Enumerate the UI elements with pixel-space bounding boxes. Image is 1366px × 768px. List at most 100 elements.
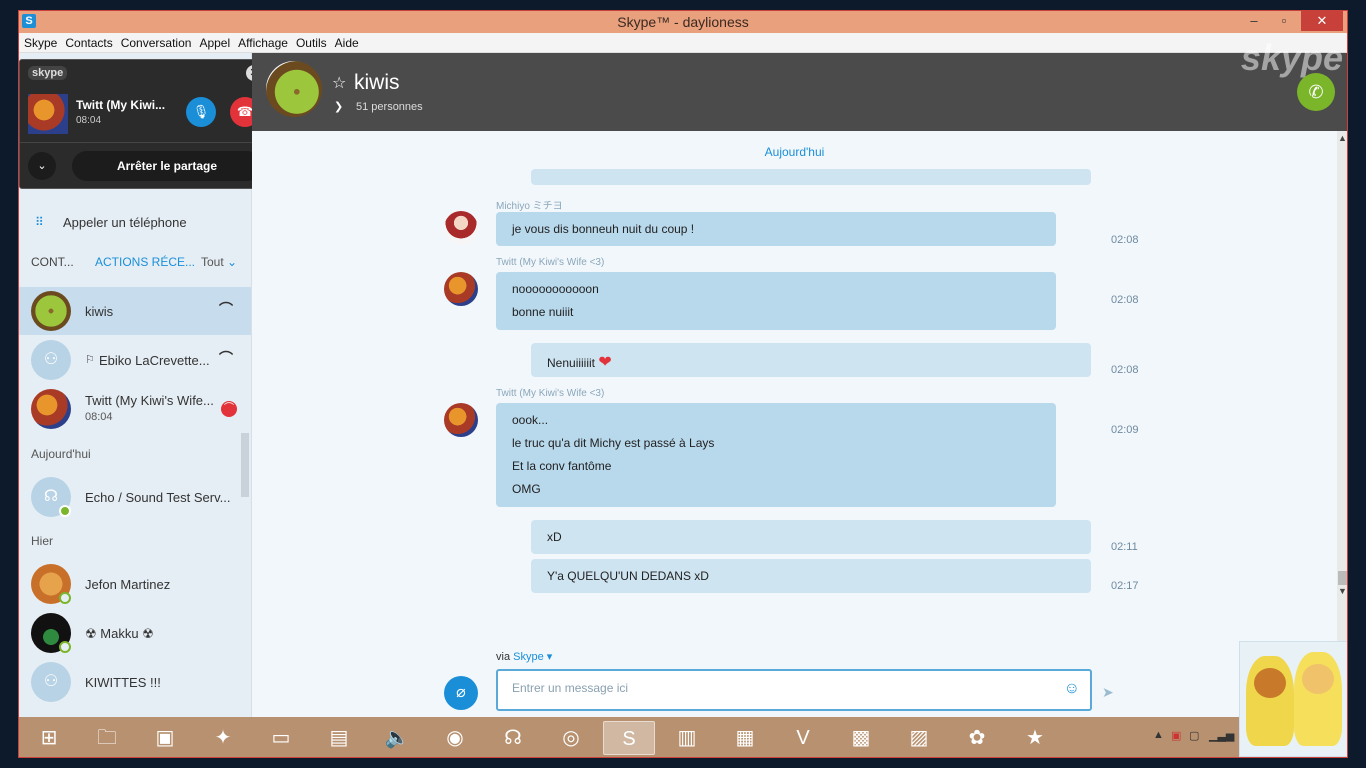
- message-bubble: je vous dis bonneuh nuit du coup !: [496, 212, 1056, 246]
- signal-icon[interactable]: ▁▃▅: [1209, 729, 1234, 742]
- call-ended-icon: ⌒: [219, 301, 233, 317]
- divider: [20, 142, 270, 143]
- maximize-button[interactable]: ▫: [1269, 11, 1299, 31]
- yesterday-item-kiwittes[interactable]: ⚇ KIWITTES !!!: [19, 658, 251, 706]
- message-text: oook...: [512, 413, 549, 427]
- archive-icon[interactable]: ▥: [661, 721, 713, 755]
- tray-device-icon[interactable]: ▢: [1189, 729, 1199, 742]
- message-text: bonne nuiiit: [512, 305, 574, 319]
- menu-affichage[interactable]: Affichage: [234, 33, 292, 50]
- tray-expand-icon[interactable]: ▲: [1153, 729, 1164, 741]
- message-text: OMG: [512, 482, 541, 496]
- message-bubble-partial: [531, 169, 1091, 185]
- message-bubble: xD: [531, 520, 1091, 554]
- stop-sharing-button[interactable]: Arrêter le partage: [72, 151, 262, 181]
- message-input[interactable]: Entrer un message ici ☺: [496, 669, 1092, 711]
- avatar: [31, 291, 71, 331]
- skype-logo: skype: [28, 66, 68, 80]
- attachment-icon[interactable]: ⌀: [444, 676, 478, 710]
- active-call-icon[interactable]: ⌒: [221, 401, 237, 417]
- message-time: 02:08: [1111, 364, 1139, 376]
- skype-taskbar-icon[interactable]: S: [603, 721, 655, 755]
- file-explorer-icon[interactable]: 🗀: [81, 721, 133, 755]
- store-icon[interactable]: ▣: [139, 721, 191, 755]
- today-item-echo[interactable]: ☊ Echo / Sound Test Serv...: [19, 473, 251, 521]
- message-bubble: Nenuiiiiiit ❤: [531, 343, 1091, 377]
- menu-outils[interactable]: Outils: [292, 33, 331, 50]
- filter-dropdown[interactable]: Tout ⌄: [201, 255, 237, 269]
- volume-icon[interactable]: 🔈: [371, 721, 423, 755]
- taskbar: ⊞ 🗀 ▣ ✦ ▭ ▤ 🔈 ◉ ☊ ◎ S ▥ ▦ V ▩ ▨ ✿ ★ ▲ ▣ …: [19, 717, 1347, 757]
- message-time: 02:17: [1111, 580, 1139, 592]
- sidebar-tabs: CONT... ACTIONS RÉCE... Tout ⌄: [19, 255, 251, 277]
- chevron-right-icon[interactable]: ❯: [334, 100, 343, 113]
- sidebar-scrollbar[interactable]: [241, 433, 249, 497]
- tab-recent-actions[interactable]: ACTIONS RÉCE...: [95, 255, 195, 269]
- tab-contacts[interactable]: CONT...: [31, 255, 74, 269]
- message-text: xD: [547, 530, 562, 544]
- caller-avatar: [28, 94, 68, 134]
- image-icon[interactable]: ▨: [893, 721, 945, 755]
- contact-name: ☢ Makku ☢: [85, 626, 154, 641]
- headphones-icon[interactable]: ☊: [487, 721, 539, 755]
- message-text: le truc qu'a dit Michy est passé à Lays: [512, 436, 715, 450]
- chat-header: ☆ kiwis ❯ 51 personnes skype ✆: [252, 37, 1347, 131]
- window-icon[interactable]: ▤: [313, 721, 365, 755]
- recent-item-ebiko[interactable]: ⚇ ⚐ Ebiko LaCrevette... ⌒: [19, 336, 251, 384]
- menu-conversation[interactable]: Conversation: [117, 33, 196, 50]
- call-button[interactable]: ✆: [1297, 73, 1335, 111]
- recent-item-kiwis[interactable]: kiwis ⌒: [19, 287, 251, 335]
- media-icon[interactable]: ✿: [951, 721, 1003, 755]
- avatar: [444, 272, 478, 306]
- chrome-icon[interactable]: ◎: [545, 721, 597, 755]
- message-bubble: oook... le truc qu'a dit Michy est passé…: [496, 403, 1056, 507]
- character-left-hair: [1254, 668, 1286, 698]
- menu-appel[interactable]: Appel: [195, 33, 234, 50]
- message-text: Y'a QUELQU'UN DEDANS xD: [547, 569, 709, 583]
- emoticon-icon[interactable]: ☺: [1064, 680, 1080, 698]
- start-icon[interactable]: ⊞: [23, 721, 75, 755]
- section-today: Aujourd'hui: [31, 447, 91, 461]
- firefox-icon[interactable]: ◉: [429, 721, 481, 755]
- video-icon[interactable]: ▩: [835, 721, 887, 755]
- recent-item-twitt[interactable]: Twitt (My Kiwi's Wife... 08:04 ⌒: [19, 385, 251, 433]
- day-divider: Aujourd'hui: [764, 145, 825, 159]
- call-phone-link[interactable]: ⠿ Appeler un téléphone: [19, 213, 251, 235]
- group-icon: ⚇: [31, 662, 71, 702]
- caller-name: Twitt (My Kiwi...: [76, 98, 166, 112]
- skype-watermark-logo: skype: [1240, 37, 1343, 78]
- yesterday-item-jefon[interactable]: Jefon Martinez: [19, 560, 251, 608]
- send-icon[interactable]: ➤: [1102, 684, 1114, 701]
- remote-desktop-icon[interactable]: ▭: [255, 721, 307, 755]
- call-duration: 08:04: [76, 115, 102, 126]
- tray-app-icon[interactable]: ▣: [1171, 729, 1181, 742]
- member-count[interactable]: 51 personnes: [356, 101, 423, 113]
- document-icon[interactable]: ▦: [719, 721, 771, 755]
- call-phone-label: Appeler un téléphone: [63, 215, 187, 230]
- scroll-down-icon[interactable]: ▼: [1338, 586, 1347, 596]
- microphone-icon[interactable]: 🎙: [186, 97, 216, 127]
- service-dropdown[interactable]: Skype ▾: [513, 651, 552, 663]
- close-button[interactable]: ✕: [1301, 11, 1343, 31]
- app-icon[interactable]: ✦: [197, 721, 249, 755]
- v-app-icon[interactable]: V: [777, 721, 829, 755]
- scroll-thumb[interactable]: [1338, 571, 1347, 585]
- contact-name: Twitt (My Kiwi's Wife...: [85, 393, 214, 408]
- message-time: 02:08: [1111, 234, 1139, 246]
- star-icon[interactable]: ☆: [332, 73, 346, 93]
- scroll-up-icon[interactable]: ▲: [1338, 133, 1347, 143]
- menu-skype[interactable]: Skype: [20, 33, 61, 50]
- menu-contacts[interactable]: Contacts: [61, 33, 116, 50]
- avatar: [444, 211, 478, 245]
- online-status-icon: [59, 505, 71, 517]
- menu-bar: Skype Contacts Conversation Appel Affichage O…: [19, 33, 1347, 53]
- avatar: [444, 403, 478, 437]
- chat-area: Aujourd'hui Michiyo ミチヨ je vous dis bonn…: [252, 131, 1337, 717]
- group-small-icon: ⚐: [85, 354, 95, 366]
- movie-maker-icon[interactable]: ★: [1009, 721, 1061, 755]
- minimize-button[interactable]: –: [1239, 11, 1269, 31]
- yesterday-item-makku[interactable]: ☢ Makku ☢: [19, 609, 251, 657]
- menu-aide[interactable]: Aide: [331, 33, 363, 50]
- chat-scrollbar[interactable]: ▲ ▼: [1337, 131, 1347, 717]
- chevron-down-icon[interactable]: ⌄: [28, 152, 56, 180]
